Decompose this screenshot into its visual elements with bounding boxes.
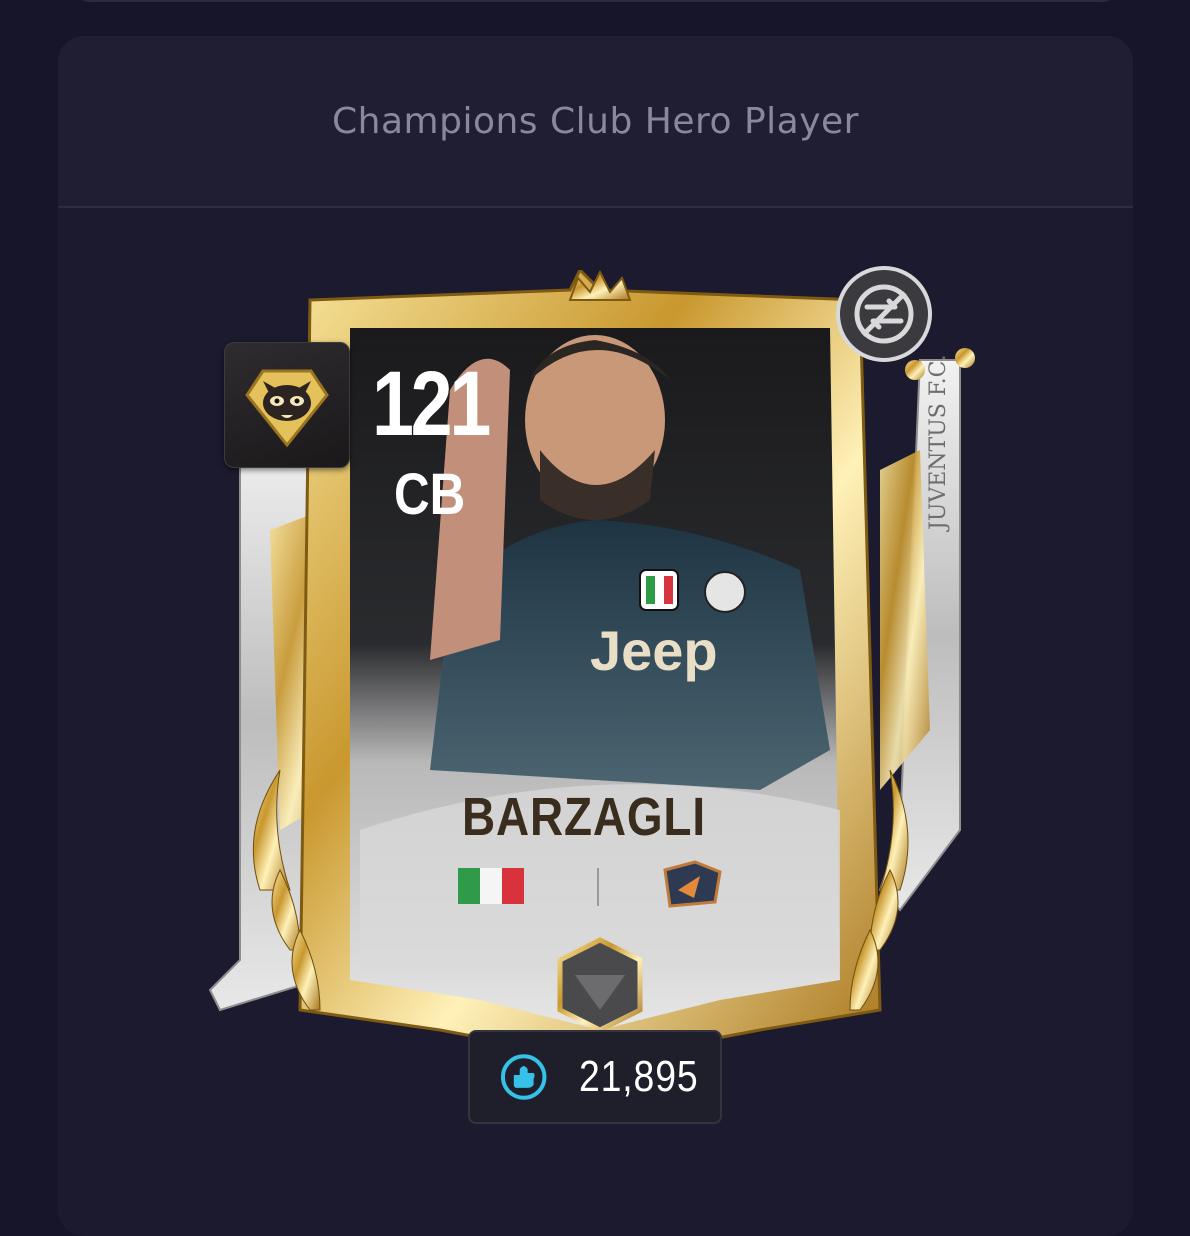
raccoon-badge-icon	[224, 342, 350, 468]
top-strip	[72, 0, 1120, 2]
price-box[interactable]: 21,895	[468, 1030, 722, 1124]
player-position: CB	[394, 462, 466, 527]
jersey-sponsor: Jeep	[590, 619, 718, 682]
panel-header: Champions Club Hero Player	[58, 36, 1133, 208]
svg-text:JUVENTUS F.C.: JUVENTUS F.C.	[926, 354, 951, 532]
player-name: BARZAGLI	[462, 787, 706, 847]
fc-points-icon	[500, 1054, 547, 1100]
club-badge-icon	[663, 860, 722, 908]
player-rating: 121	[372, 353, 491, 455]
italy-flag-icon	[458, 868, 524, 904]
panel-title: Champions Club Hero Player	[332, 100, 859, 142]
no-trade-icon	[836, 266, 932, 362]
price-value: 21,895	[579, 1052, 699, 1101]
player-card[interactable]: JUVENTUS F.C. Jeep 121 CB BARZAGLI	[200, 266, 980, 1070]
